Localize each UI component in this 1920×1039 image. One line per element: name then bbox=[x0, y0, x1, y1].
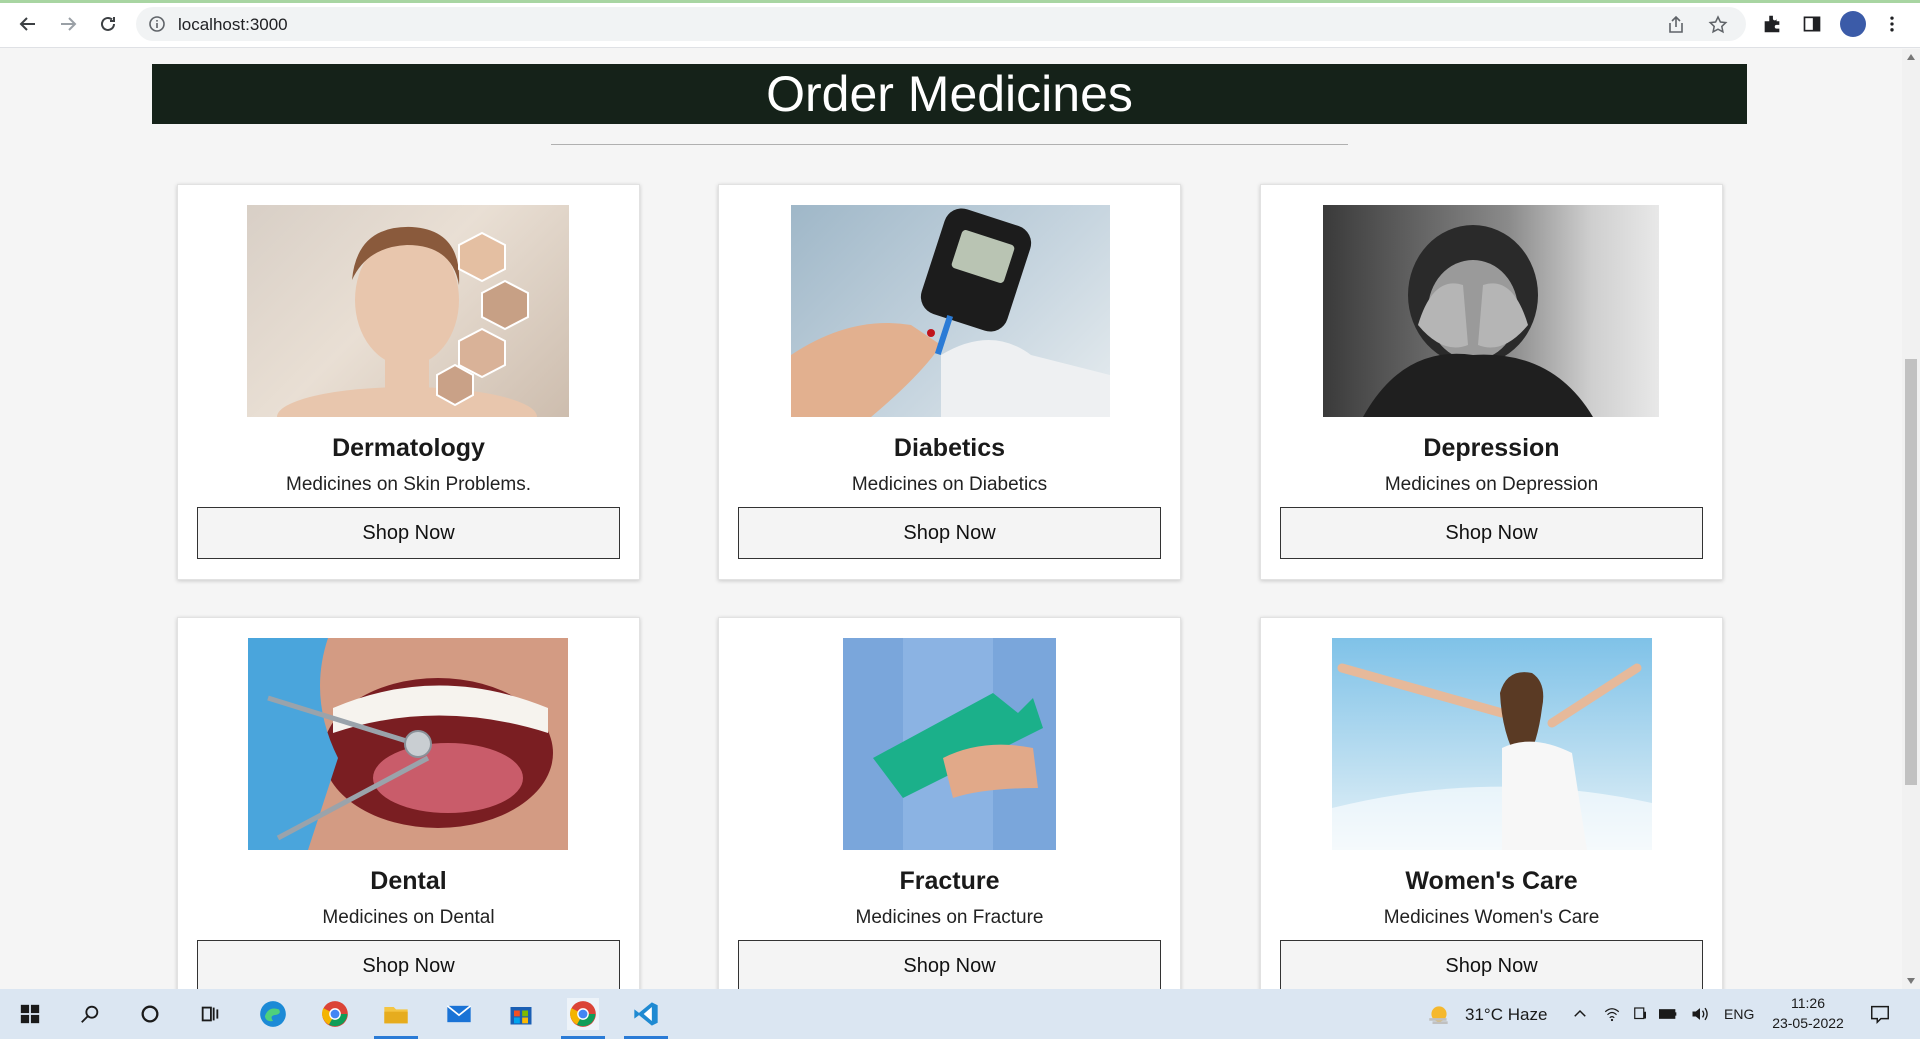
card-description: Medicines Women's Care bbox=[1383, 907, 1600, 928]
fracture-image bbox=[843, 638, 1056, 850]
shop-now-button[interactable]: Shop Now bbox=[197, 940, 620, 989]
microsoft-store-icon[interactable] bbox=[505, 998, 537, 1030]
vscode-icon[interactable] bbox=[624, 998, 668, 1039]
card-title: Women's Care bbox=[1405, 867, 1578, 895]
reload-button[interactable] bbox=[94, 10, 122, 38]
dermatology-image bbox=[247, 205, 569, 417]
device-icon[interactable] bbox=[1628, 998, 1652, 1030]
chrome-running-icon[interactable] bbox=[561, 998, 605, 1039]
reload-icon bbox=[101, 16, 115, 31]
menu-kebab-icon[interactable] bbox=[1880, 12, 1904, 36]
card-title: Dermatology bbox=[332, 434, 485, 462]
back-arrow-icon bbox=[19, 17, 35, 31]
page-content: Order Medicines Dermatology Medicines on… bbox=[0, 49, 1902, 989]
card-title: Depression bbox=[1423, 434, 1560, 462]
shop-now-button[interactable]: Shop Now bbox=[1280, 940, 1703, 989]
scroll-up-arrow-icon[interactable] bbox=[1907, 54, 1915, 60]
shop-now-button[interactable]: Shop Now bbox=[197, 507, 620, 559]
page-load-progress bbox=[0, 0, 1920, 3]
chrome-browser-icon[interactable] bbox=[319, 998, 351, 1030]
card-description: Medicines on Depression bbox=[1384, 474, 1599, 495]
profile-avatar[interactable] bbox=[1840, 11, 1866, 37]
shop-now-button[interactable]: Shop Now bbox=[1280, 507, 1703, 559]
card-title: Fracture bbox=[899, 867, 1000, 895]
back-button[interactable] bbox=[14, 10, 42, 38]
page-scrollbar[interactable] bbox=[1902, 49, 1920, 989]
weather-text[interactable]: 31°C Haze bbox=[1465, 1005, 1547, 1025]
bookmark-star-icon[interactable] bbox=[1708, 15, 1728, 35]
forward-button[interactable] bbox=[54, 10, 82, 38]
clock-date: 23-05-2022 bbox=[1772, 1015, 1844, 1031]
weather-icon[interactable] bbox=[1424, 998, 1454, 1030]
shop-now-button[interactable]: Shop Now bbox=[738, 940, 1161, 989]
diabetics-image bbox=[791, 205, 1110, 417]
clock-time: 11:26 bbox=[1791, 995, 1825, 1011]
card-title: Diabetics bbox=[893, 434, 1006, 462]
card-title: Dental bbox=[370, 867, 447, 895]
browser-toolbar: localhost:3000 bbox=[0, 0, 1920, 48]
card-dental: Dental Medicines on Dental Shop Now bbox=[177, 617, 640, 989]
system-clock[interactable]: 11:26 23-05-2022 bbox=[1768, 993, 1848, 1033]
site-info-icon[interactable] bbox=[148, 15, 166, 33]
card-depression: Depression Medicines on Depression Shop … bbox=[1260, 184, 1723, 580]
shop-now-button[interactable]: Shop Now bbox=[738, 507, 1161, 559]
notification-center-icon[interactable] bbox=[1864, 998, 1896, 1030]
address-bar[interactable]: localhost:3000 bbox=[136, 7, 1746, 41]
share-icon[interactable] bbox=[1666, 15, 1686, 35]
windows-start-icon[interactable] bbox=[14, 998, 46, 1030]
chevron-up-icon[interactable] bbox=[1568, 998, 1592, 1030]
side-panel-icon[interactable] bbox=[1800, 12, 1824, 36]
file-explorer-icon[interactable] bbox=[374, 998, 418, 1039]
card-description: Medicines on Diabetics bbox=[851, 474, 1048, 495]
url-text[interactable]: localhost:3000 bbox=[178, 15, 288, 35]
card-womens-care: Women's Care Medicines Women's Care Shop… bbox=[1260, 617, 1723, 989]
card-description: Medicines on Dental bbox=[322, 907, 495, 928]
depression-image bbox=[1323, 205, 1659, 417]
extensions-icon[interactable] bbox=[1760, 12, 1784, 36]
forward-arrow-icon bbox=[61, 17, 77, 31]
volume-icon[interactable] bbox=[1688, 998, 1712, 1030]
battery-icon[interactable] bbox=[1656, 998, 1680, 1030]
search-icon[interactable] bbox=[74, 998, 106, 1030]
card-description: Medicines on Fracture bbox=[855, 907, 1044, 928]
card-dermatology: Dermatology Medicines on Skin Problems. … bbox=[177, 184, 640, 580]
womens-care-image bbox=[1332, 638, 1652, 850]
scrollbar-thumb[interactable] bbox=[1905, 359, 1917, 785]
windows-taskbar: 31°C Haze ENG 11:26 23-05-2022 bbox=[0, 989, 1920, 1039]
mail-icon[interactable] bbox=[443, 998, 475, 1030]
task-view-icon[interactable] bbox=[194, 998, 226, 1030]
page-title: Order Medicines bbox=[152, 64, 1747, 124]
card-fracture: Fracture Medicines on Fracture Shop Now bbox=[718, 617, 1181, 989]
dental-image bbox=[248, 638, 568, 850]
cortana-icon[interactable] bbox=[134, 998, 166, 1030]
card-diabetics: Diabetics Medicines on Diabetics Shop No… bbox=[718, 184, 1181, 580]
language-indicator[interactable]: ENG bbox=[1724, 1006, 1754, 1022]
card-description: Medicines on Skin Problems. bbox=[286, 474, 531, 495]
network-icon[interactable] bbox=[1600, 998, 1624, 1030]
divider bbox=[551, 144, 1348, 145]
scroll-down-arrow-icon[interactable] bbox=[1907, 978, 1915, 984]
edge-browser-icon[interactable] bbox=[257, 998, 289, 1030]
